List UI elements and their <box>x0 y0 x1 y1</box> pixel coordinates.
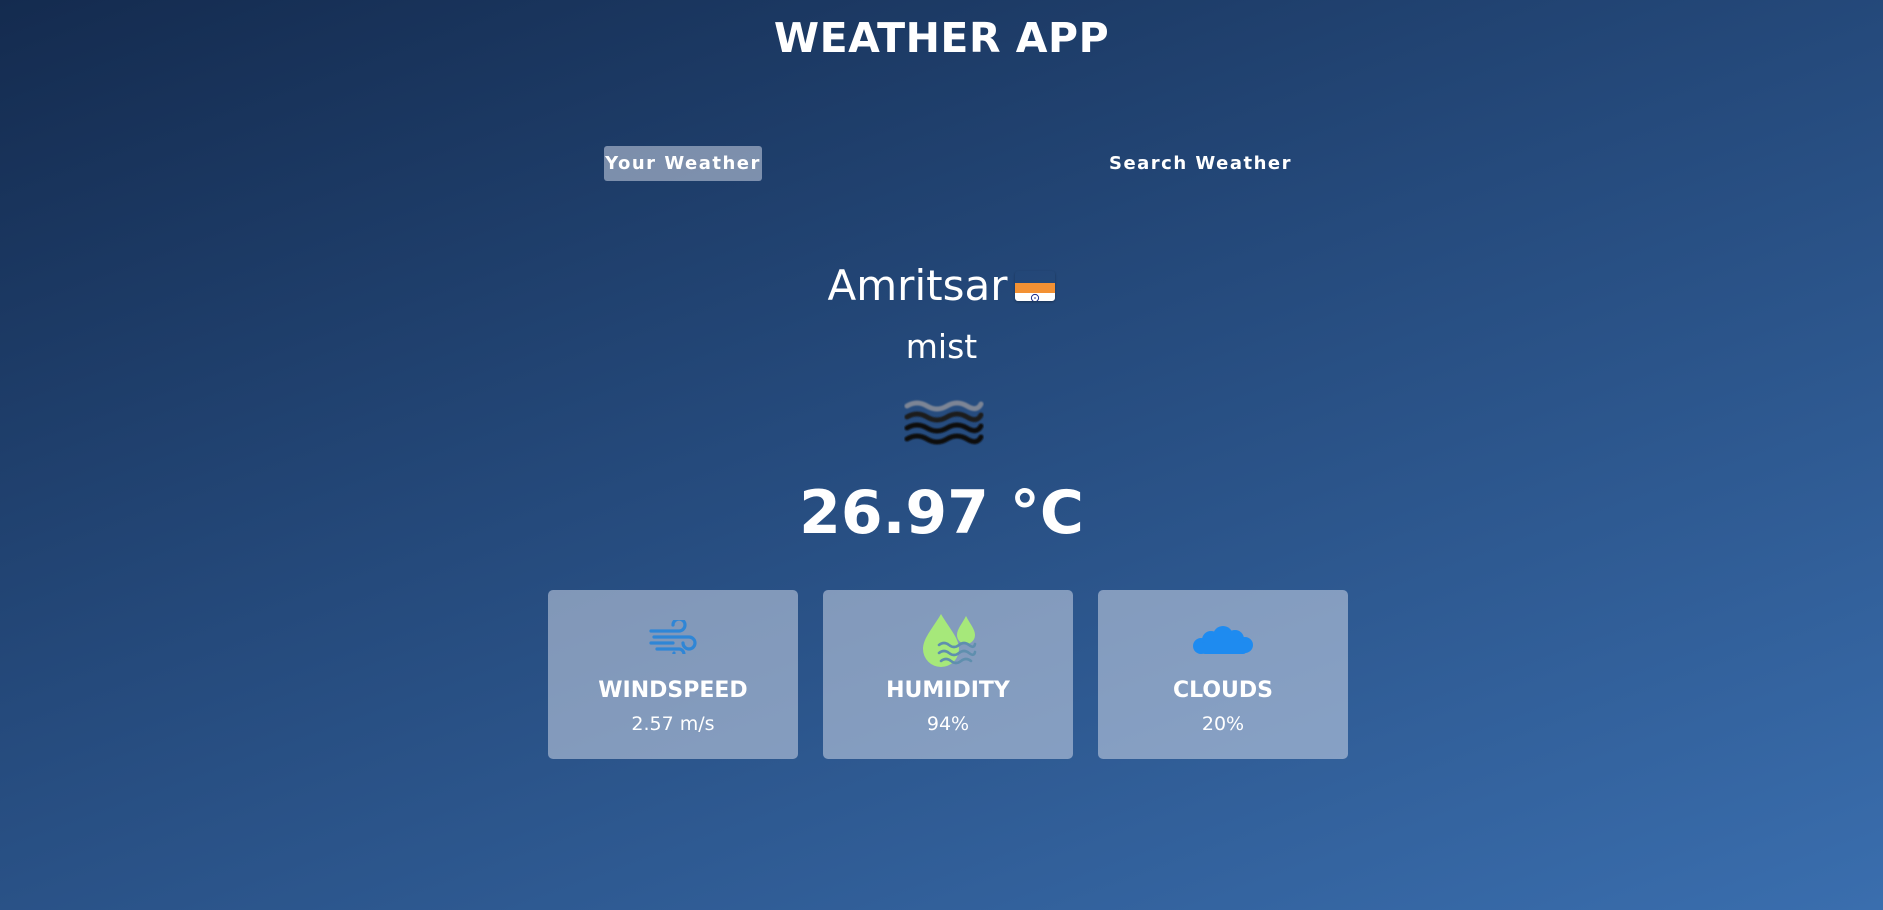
windspeed-value: 2.57 m/s <box>631 713 715 735</box>
humidity-label: HUMIDITY <box>886 678 1010 703</box>
windspeed-label: WINDSPEED <box>598 678 748 703</box>
clouds-icon <box>1098 626 1348 656</box>
tab-search-weather[interactable]: Search Weather <box>1100 146 1301 181</box>
clouds-label: CLOUDS <box>1172 678 1274 703</box>
mist-icon <box>904 398 984 448</box>
tab-your-weather[interactable]: Your Weather <box>604 146 762 181</box>
humidity-icon <box>823 612 1073 668</box>
clouds-card: CLOUDS 20% <box>1098 590 1348 759</box>
humidity-card: HUMIDITY 94% <box>823 590 1073 759</box>
humidity-value: 94% <box>926 713 970 735</box>
city-name: Amritsar <box>827 261 1008 310</box>
app-title: WEATHER APP <box>773 14 1110 62</box>
windspeed-card: WINDSPEED 2.57 m/s <box>548 590 798 759</box>
weather-description: mist <box>905 327 978 366</box>
temperature: 26.97 °C <box>799 478 1084 548</box>
india-flag-icon <box>1015 271 1056 301</box>
wind-icon <box>548 620 798 654</box>
clouds-value: 20% <box>1201 713 1245 735</box>
city-heading: Amritsar <box>0 258 1883 314</box>
